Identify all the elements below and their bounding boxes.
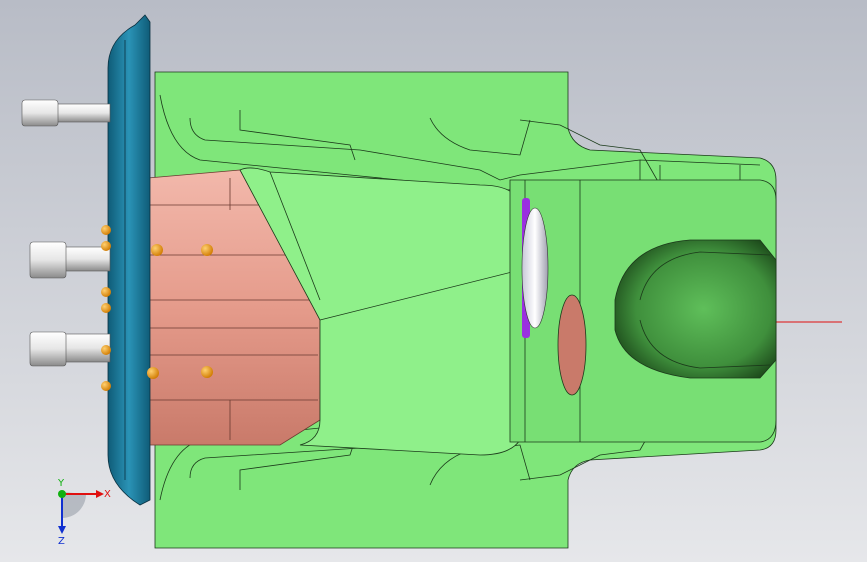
pin-top [21,99,111,127]
connector-model[interactable] [0,0,867,562]
nose-section [509,179,777,443]
x-axis-arrowhead [96,490,104,498]
flange [107,14,151,506]
x-axis-label: X [104,489,111,500]
orientation-triad: X Y Z [44,478,114,547]
side-opening [614,239,777,379]
z-axis-label: Z [58,536,65,544]
triad-quadrant-shading [62,492,86,518]
slot [557,294,587,396]
y-axis-label: Y [57,478,65,489]
pin-bottom [29,331,111,367]
z-axis-arrowhead [58,526,66,534]
y-axis-dot [58,490,66,498]
3d-viewport[interactable]: X Y Z [0,0,867,562]
